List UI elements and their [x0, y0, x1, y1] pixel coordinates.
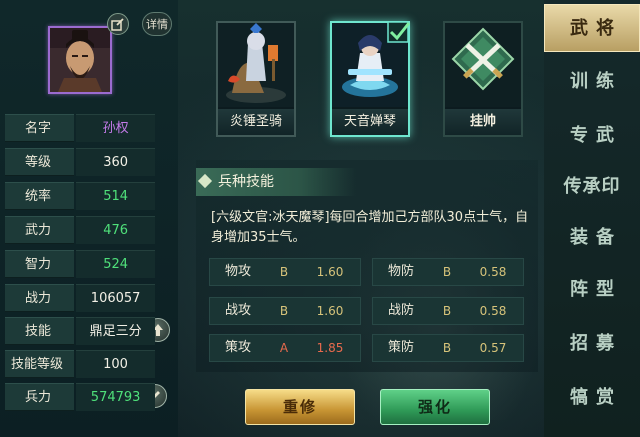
stat-row: 战力 106057 — [5, 284, 155, 312]
unit-name: 挂帅 — [445, 109, 521, 135]
stat-value: 574793 — [76, 383, 155, 411]
combat-stat-row: 战防 B 0.58 — [372, 297, 524, 325]
flame-hammer-knight-art — [218, 23, 294, 107]
stat-label: 兵力 — [5, 383, 75, 411]
stat-value: 鼎足三分 — [76, 317, 155, 345]
stat-row: 统率 514 — [5, 182, 155, 210]
tab-4[interactable]: 装备 — [544, 214, 640, 262]
combat-stat-label: 策攻 — [224, 340, 251, 355]
combat-stat-row: 策攻 A 1.85 — [209, 334, 361, 362]
combat-stat-row: 物防 B 0.58 — [372, 258, 524, 286]
combat-stat-row: 物攻 B 1.60 — [209, 258, 361, 286]
stat-label: 智力 — [5, 250, 75, 278]
combat-stat-grade: B — [442, 341, 452, 355]
stat-row: 等级 360 — [5, 148, 155, 176]
tab-3[interactable]: 传承印 — [544, 163, 640, 211]
stat-value: 100 — [76, 350, 155, 378]
combat-stat-label: 策防 — [387, 340, 414, 355]
combat-stat-grade: B — [442, 304, 452, 318]
stat-row: 技能 鼎足三分 — [5, 317, 155, 345]
crossed-swords-icon — [445, 23, 521, 107]
stat-row: 武力 476 — [5, 216, 155, 244]
combat-stat-grade: A — [279, 341, 289, 355]
stat-label: 技能等级 — [5, 350, 75, 378]
unit-card-commander[interactable]: 挂帅 — [443, 21, 523, 137]
skill-title: 兵种技能 — [218, 174, 274, 190]
combat-stat-label: 战防 — [387, 303, 414, 318]
combat-stat-row: 战攻 B 1.60 — [209, 297, 361, 325]
strengthen-button[interactable]: 强化 — [380, 389, 490, 425]
stat-label: 技能 — [5, 317, 75, 345]
tab-6[interactable]: 招募 — [544, 320, 640, 368]
stat-value: 106057 — [76, 284, 155, 312]
stat-label: 等级 — [5, 148, 75, 176]
stat-value: 360 — [76, 148, 155, 176]
unit-name: 天音婵琴 — [332, 109, 408, 135]
combat-stat-label: 战攻 — [224, 303, 251, 318]
combat-stat-value: 0.58 — [479, 265, 507, 279]
right-tab-bar: 武将训练专武 传承印 装备 阵型招募犒赏 — [544, 0, 640, 437]
stat-value: 孙权 — [76, 114, 155, 142]
combat-stat-value: 0.58 — [479, 304, 507, 318]
tab-7[interactable]: 犒赏 — [544, 374, 640, 422]
combat-stat-grade: B — [442, 265, 452, 279]
stat-label: 武力 — [5, 216, 75, 244]
edit-icon — [111, 18, 124, 31]
tab-1[interactable]: 训练 — [544, 58, 640, 106]
rebuild-button[interactable]: 重修 — [245, 389, 355, 425]
stat-value: 524 — [76, 250, 155, 278]
general-portrait[interactable] — [48, 26, 112, 94]
combat-stat-value: 0.57 — [479, 341, 507, 355]
combat-stat-value: 1.85 — [316, 341, 344, 355]
tab-5[interactable]: 阵型 — [544, 266, 640, 314]
combat-stat-value: 1.60 — [316, 304, 344, 318]
combat-stat-label: 物防 — [387, 264, 414, 279]
combat-stat-label: 物攻 — [224, 264, 251, 279]
unit-name: 炎锤圣骑 — [218, 109, 294, 135]
stat-value: 514 — [76, 182, 155, 210]
edit-portrait-button[interactable] — [107, 13, 129, 35]
skill-description: [六级文官:冰天魔琴]每回合增加己方部队30点士气，自身增加35士气。 — [211, 210, 529, 245]
stat-label: 战力 — [5, 284, 75, 312]
stat-label: 名字 — [5, 114, 75, 142]
combat-stat-grade: B — [279, 265, 289, 279]
combat-stat-grade: B — [279, 304, 289, 318]
stat-row: 智力 524 — [5, 250, 155, 278]
stat-row: 兵力 574793 — [5, 383, 155, 411]
stat-row: 名字 孙权 — [5, 114, 155, 142]
details-button[interactable]: 详情 — [142, 12, 172, 36]
stat-value: 476 — [76, 216, 155, 244]
stat-label: 统率 — [5, 182, 75, 210]
stat-row: 技能等级 100 — [5, 350, 155, 378]
tab-2[interactable]: 专武 — [544, 112, 640, 160]
general-info-panel: 详情 名字 孙权 等级 360 统率 514 武力 476 智力 524 战力 106057 技能 鼎足三… — [0, 0, 178, 437]
selected-check-icon — [387, 21, 411, 43]
combat-stat-value: 1.60 — [316, 265, 344, 279]
tab-0[interactable]: 武将 — [544, 4, 640, 52]
combat-stat-row: 策防 B 0.57 — [372, 334, 524, 362]
unit-card-flame-hammer-knight[interactable]: 炎锤圣骑 — [216, 21, 296, 137]
